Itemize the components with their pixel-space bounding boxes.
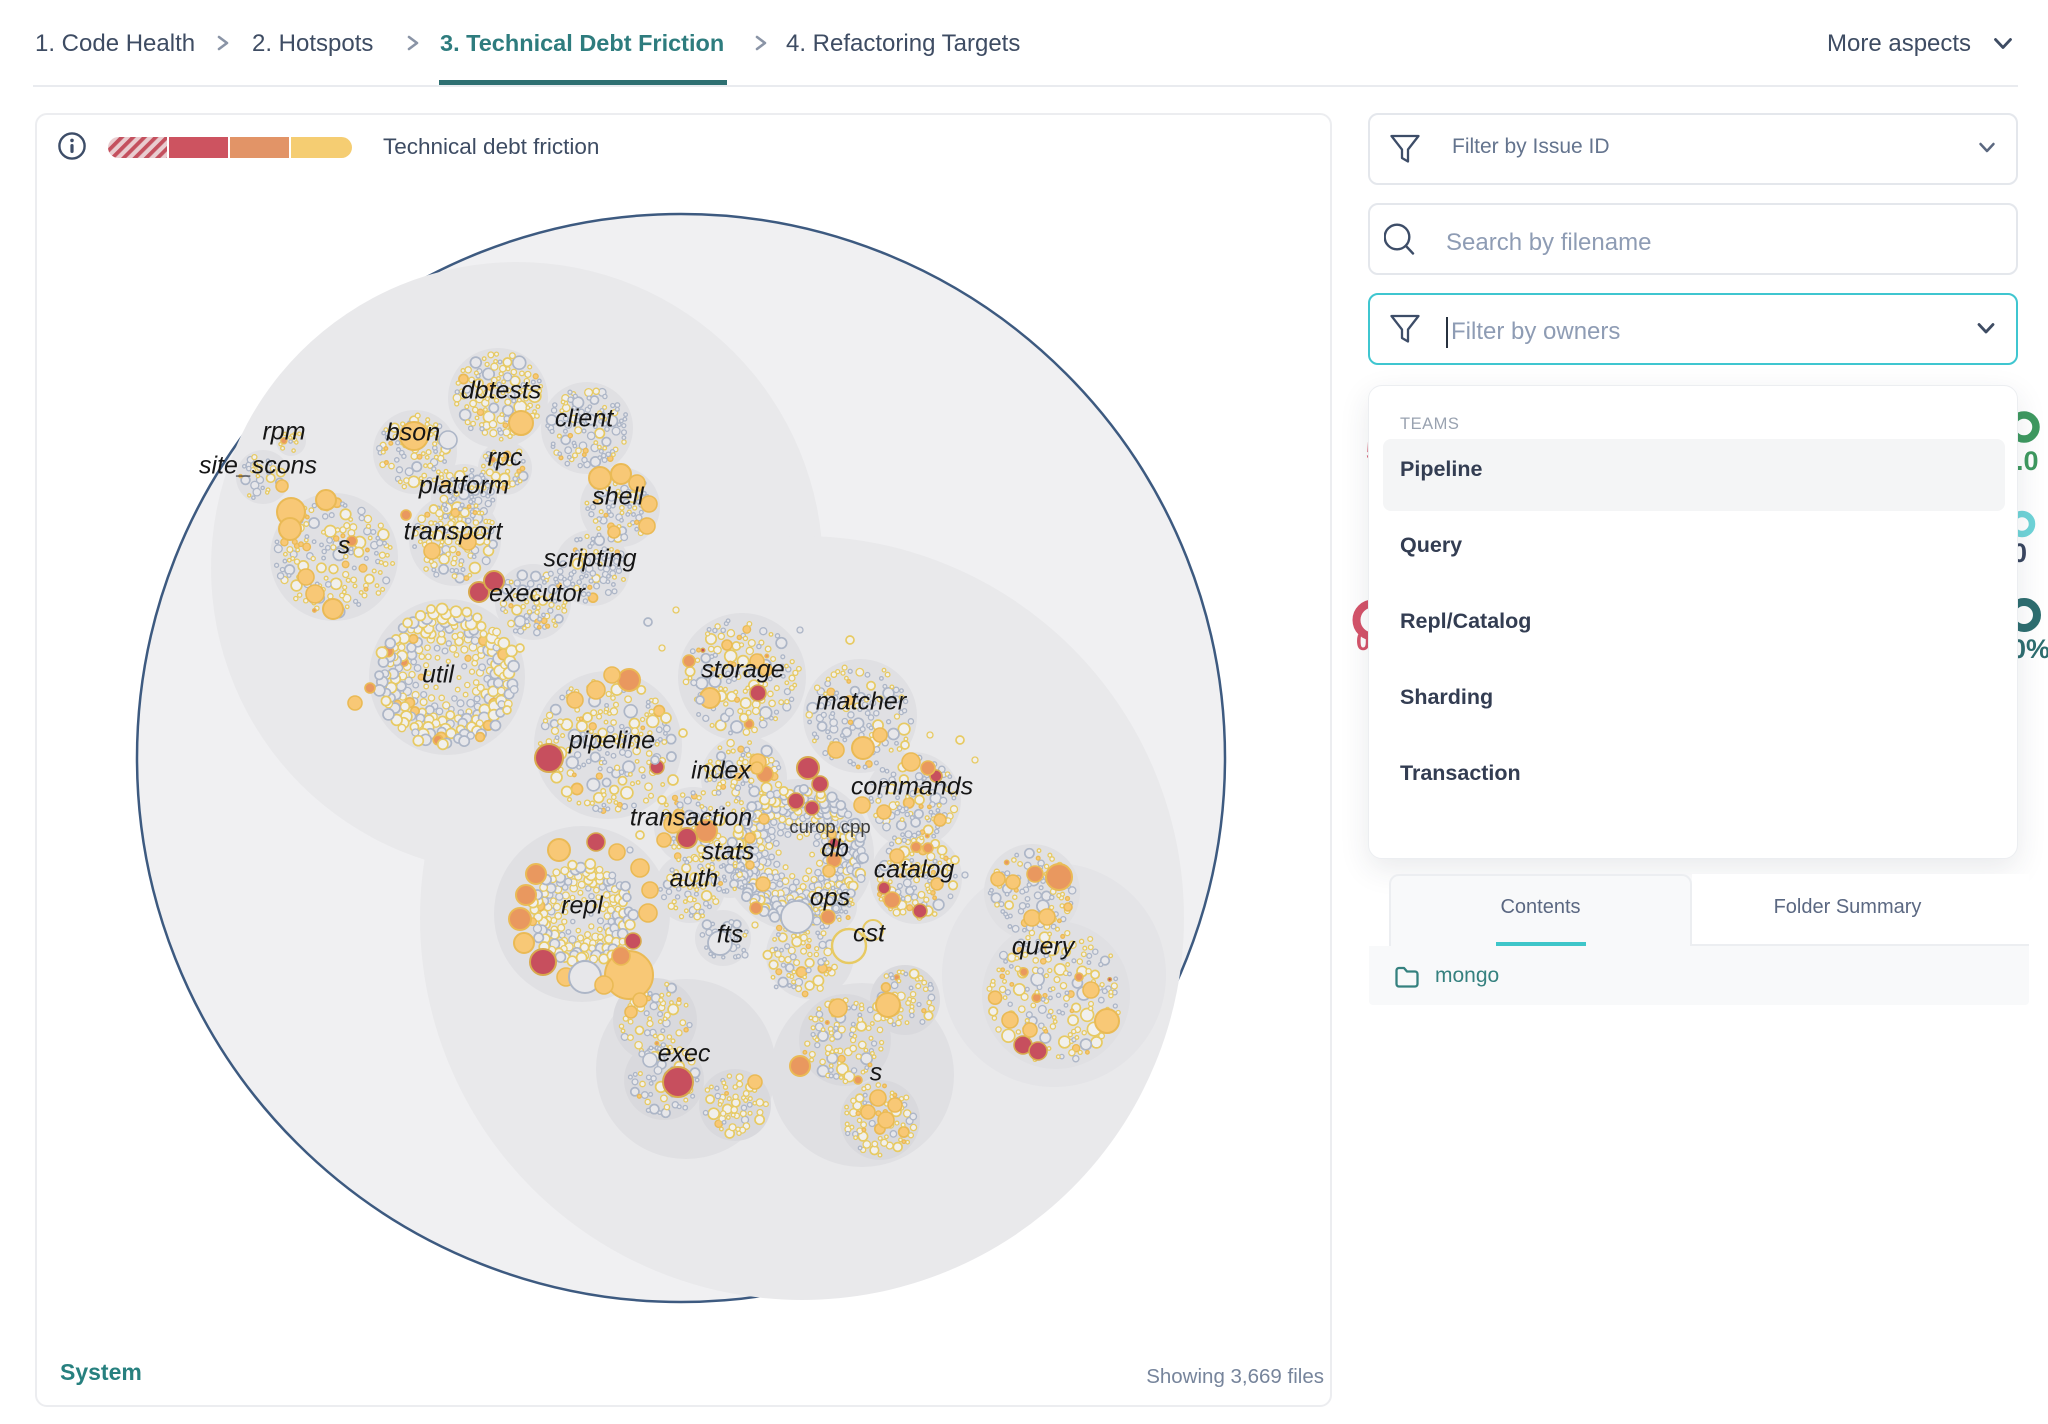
svg-text:s: s [338, 532, 351, 560]
svg-text:auth: auth [670, 865, 719, 893]
svg-text:exec: exec [658, 1040, 711, 1068]
svg-text:stats: stats [702, 838, 755, 866]
svg-text:dbtests: dbtests [461, 377, 542, 405]
svg-text:client: client [555, 405, 614, 433]
svg-text:repl: repl [561, 892, 604, 920]
svg-text:rpm: rpm [262, 418, 305, 446]
svg-text:.0: .0 [2016, 446, 2039, 476]
svg-text:matcher: matcher [816, 688, 908, 716]
svg-text:catalog: catalog [874, 856, 955, 884]
svg-text:shell: shell [592, 483, 645, 511]
svg-text:scripting: scripting [543, 545, 636, 573]
svg-text:executor: executor [489, 580, 587, 608]
svg-text:platform: platform [418, 472, 509, 500]
svg-text:db: db [821, 835, 849, 863]
svg-text:commands: commands [851, 773, 973, 801]
svg-text:bson: bson [386, 419, 440, 447]
svg-text:cst: cst [853, 920, 886, 948]
svg-text:pipeline: pipeline [568, 727, 655, 755]
svg-text:s: s [870, 1059, 883, 1087]
svg-text:ops: ops [810, 884, 850, 912]
svg-text:query: query [1012, 933, 1076, 961]
svg-text:fts: fts [717, 921, 743, 949]
svg-text:storage: storage [701, 656, 784, 684]
svg-text:transport: transport [404, 518, 504, 546]
svg-text:util: util [422, 661, 455, 689]
svg-text:transaction: transaction [630, 804, 752, 832]
svg-text:rpc: rpc [488, 444, 523, 472]
svg-text:site_scons: site_scons [199, 452, 317, 480]
svg-text:index: index [691, 757, 752, 785]
svg-text:curop.cpp: curop.cpp [789, 816, 870, 837]
